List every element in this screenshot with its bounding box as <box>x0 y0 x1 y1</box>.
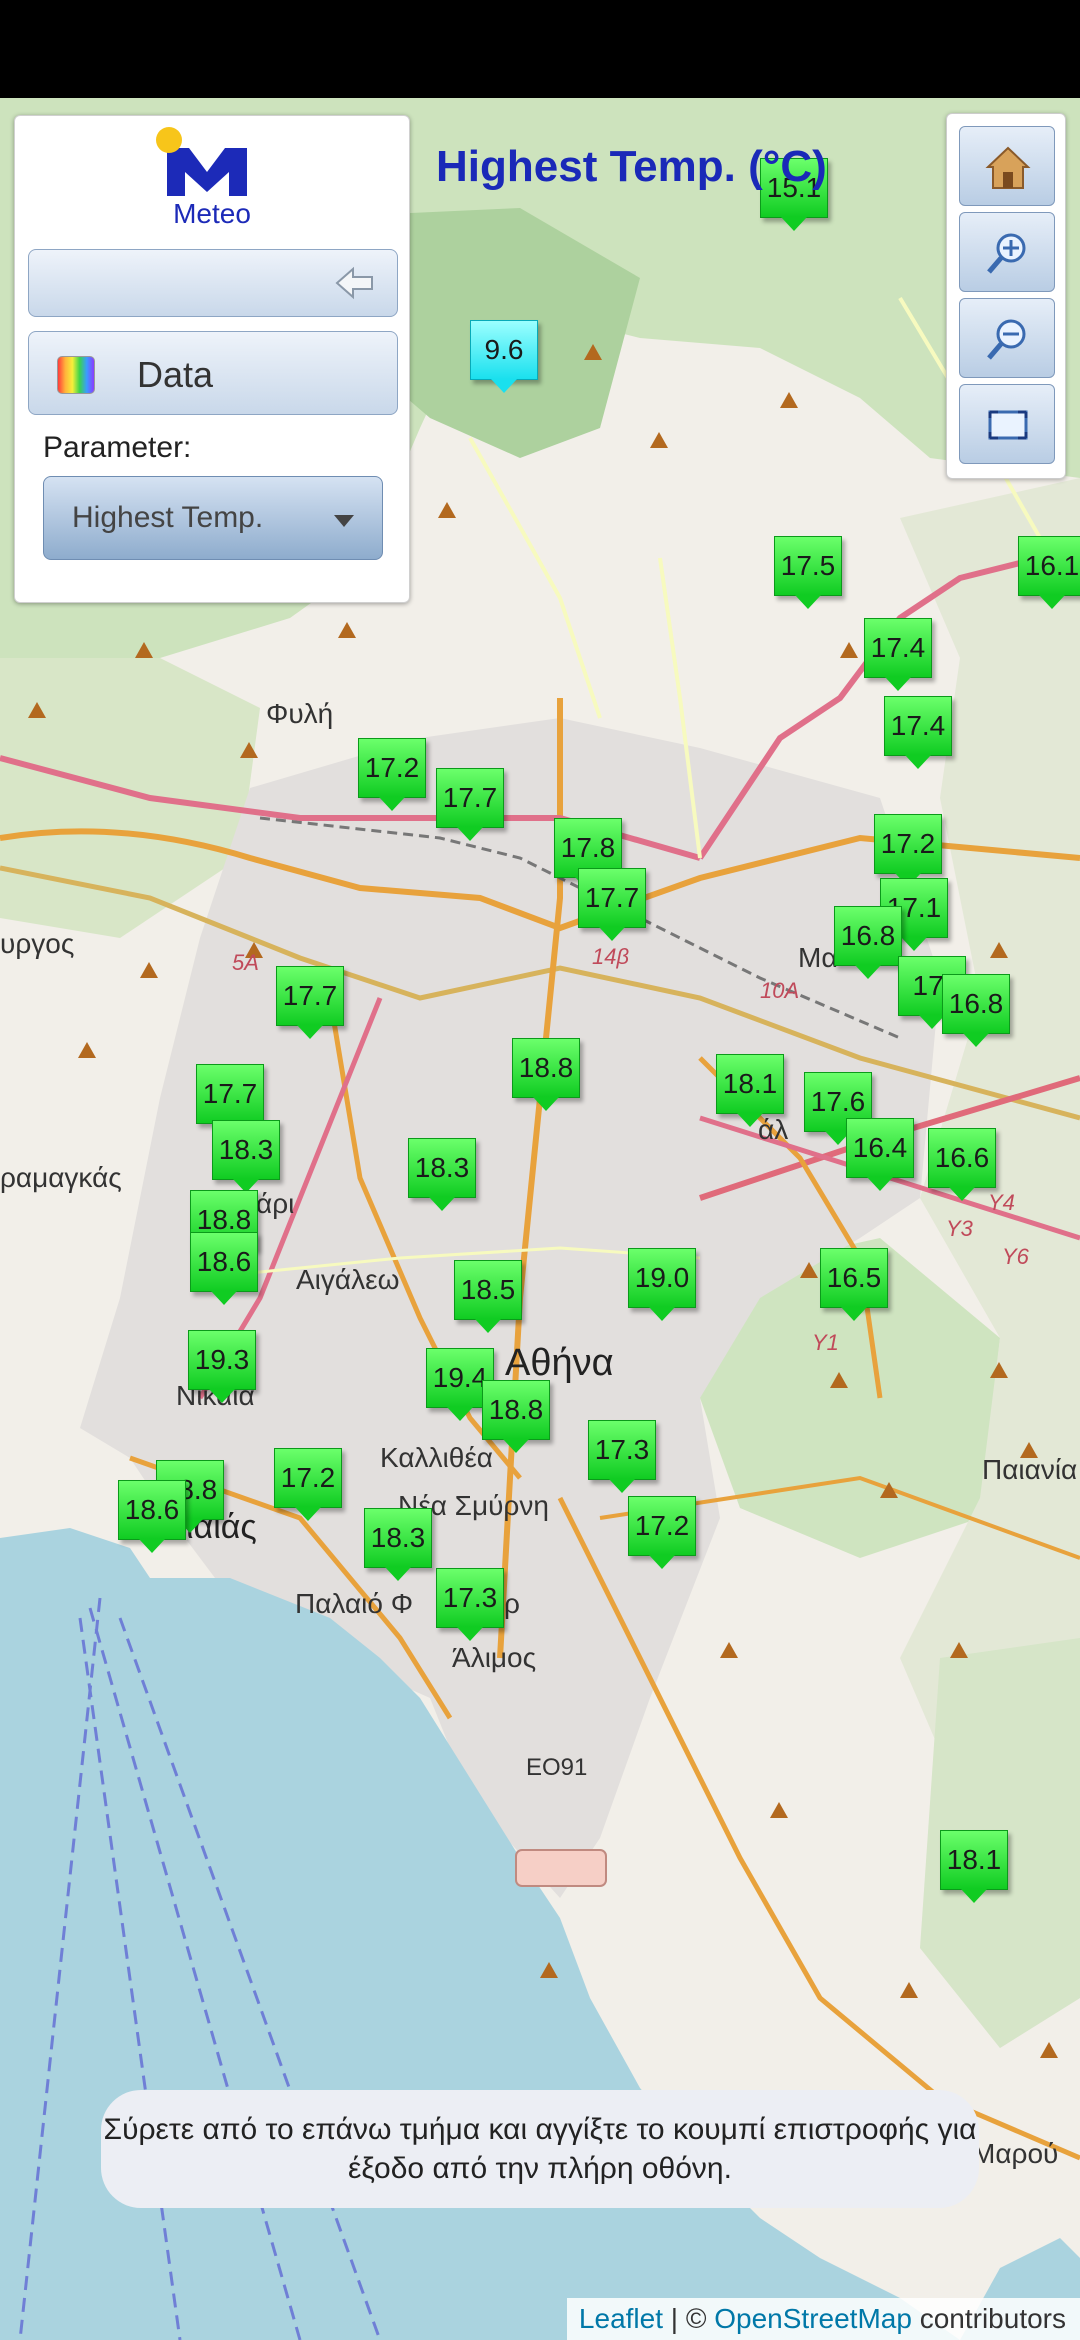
station-marker[interactable]: 16.8 <box>942 974 1010 1047</box>
fit-bounds-button[interactable] <box>959 384 1055 464</box>
place-label-ma: Μα <box>798 942 838 973</box>
station-marker[interactable]: 16.4 <box>846 1118 914 1191</box>
data-label: Data <box>137 354 214 395</box>
chevron-down-icon <box>334 515 354 527</box>
place-label-palaio-faliro: Παλαιό Φ <box>295 1588 414 1619</box>
openstreetmap-link[interactable]: OpenStreetMap <box>714 2303 912 2334</box>
palette-icon <box>57 356 95 394</box>
zoom-controls <box>946 113 1066 479</box>
place-label-fyli: Φυλή <box>266 698 334 729</box>
station-marker[interactable]: 17.4 <box>884 696 952 769</box>
station-marker[interactable]: 18.8 <box>482 1380 550 1453</box>
place-label-kallithea: Καλλιθέα <box>380 1442 493 1473</box>
road-label: 14β <box>592 944 630 969</box>
zoom-out-icon <box>987 319 1026 360</box>
station-marker[interactable]: 17.7 <box>276 966 344 1039</box>
station-marker[interactable]: 17.2 <box>874 814 942 887</box>
station-marker[interactable]: 19.3 <box>188 1330 256 1403</box>
station-marker[interactable]: 18.5 <box>454 1260 522 1333</box>
data-button[interactable]: Data <box>28 331 398 415</box>
parameter-select-value: Highest Temp. <box>72 501 264 534</box>
attribution-contributors: contributors <box>911 2303 1066 2334</box>
map-attribution: Leaflet | © OpenStreetMap contributors <box>566 2298 1080 2340</box>
station-marker[interactable]: 17.7 <box>436 768 504 841</box>
station-marker[interactable]: 17.2 <box>358 738 426 811</box>
road-label: Y1 <box>812 1330 839 1355</box>
control-panel: Meteo Data Parameter: Highest Temp. <box>14 115 410 603</box>
station-marker[interactable]: 18.1 <box>716 1054 784 1127</box>
station-marker[interactable]: 18.1 <box>940 1830 1008 1903</box>
station-marker[interactable]: 17.3 <box>588 1420 656 1493</box>
station-marker[interactable]: 16.8 <box>834 906 902 979</box>
station-marker[interactable]: 18.8 <box>512 1038 580 1111</box>
place-label-aigaleo: Αιγάλεω <box>296 1264 400 1295</box>
leaflet-link[interactable]: Leaflet <box>579 2303 663 2334</box>
road-label: 10A <box>760 978 800 1003</box>
fullscreen-icon <box>988 410 1028 440</box>
station-marker[interactable]: 16.1 <box>1018 536 1080 609</box>
home-button[interactable] <box>959 126 1055 206</box>
road-label: Y4 <box>988 1190 1015 1215</box>
map[interactable]: Φυλή Αιγάλεω Αθήνα Καλλιθέα Νέα Σμύρνη Π… <box>0 98 1080 2340</box>
status-bar <box>0 0 1080 98</box>
station-marker[interactable]: 17.7 <box>578 868 646 941</box>
road-label: 5A <box>232 950 259 975</box>
station-marker[interactable]: 16.6 <box>928 1128 996 1201</box>
home-icon <box>985 146 1031 189</box>
station-marker[interactable]: 17.7 <box>196 1064 264 1137</box>
road-label: Y3 <box>946 1216 973 1241</box>
station-marker[interactable]: 17.2 <box>274 1448 342 1521</box>
fullscreen-toast: Σύρετε από το επάνω τμήμα και αγγίξτε το… <box>101 2090 979 2208</box>
place-label-palaio-faliro-end: ρ <box>504 1588 520 1619</box>
attribution-separator: | © <box>663 2303 715 2334</box>
place-label-ari: άρι <box>256 1188 295 1219</box>
zoom-in-icon <box>987 233 1026 274</box>
place-label-markopoulo: Μαρού <box>972 2138 1059 2169</box>
place-label-athina: Αθήνα <box>505 1342 614 1384</box>
zoom-out-button[interactable] <box>959 298 1055 378</box>
place-label-pyrgos: υργος <box>0 928 75 959</box>
map-title: Highest Temp. (°C) <box>436 142 827 191</box>
station-marker[interactable]: 18.3 <box>212 1120 280 1193</box>
station-marker[interactable]: 18.3 <box>364 1508 432 1581</box>
back-button[interactable] <box>28 249 398 317</box>
back-arrow-icon <box>335 266 373 300</box>
station-marker[interactable]: 17.5 <box>774 536 842 609</box>
zoom-in-button[interactable] <box>959 212 1055 292</box>
station-marker[interactable]: 9.6 <box>470 320 538 393</box>
station-marker[interactable]: 17.3 <box>436 1568 504 1641</box>
station-marker[interactable]: 16.5 <box>820 1248 888 1321</box>
station-marker[interactable]: 18.3 <box>408 1138 476 1211</box>
road-shield-eo91: EO91 <box>526 1754 588 1781</box>
parameter-label: Parameter: <box>43 431 192 464</box>
logo-text: Meteo <box>173 198 251 229</box>
road-label: Y6 <box>1002 1244 1029 1269</box>
place-label-paiania: Παιανία <box>982 1454 1078 1485</box>
station-marker[interactable]: 17.2 <box>628 1496 696 1569</box>
station-marker[interactable]: 18.6 <box>118 1480 186 1553</box>
place-label-keratsini: ραμαγκάς <box>0 1162 122 1193</box>
station-marker[interactable]: 17.4 <box>864 618 932 691</box>
station-marker[interactable]: 18.6 <box>190 1232 258 1305</box>
place-label-alimos: Άλιμος <box>452 1642 537 1673</box>
station-marker[interactable]: 19.0 <box>628 1248 696 1321</box>
parameter-select[interactable]: Highest Temp. <box>43 476 383 560</box>
